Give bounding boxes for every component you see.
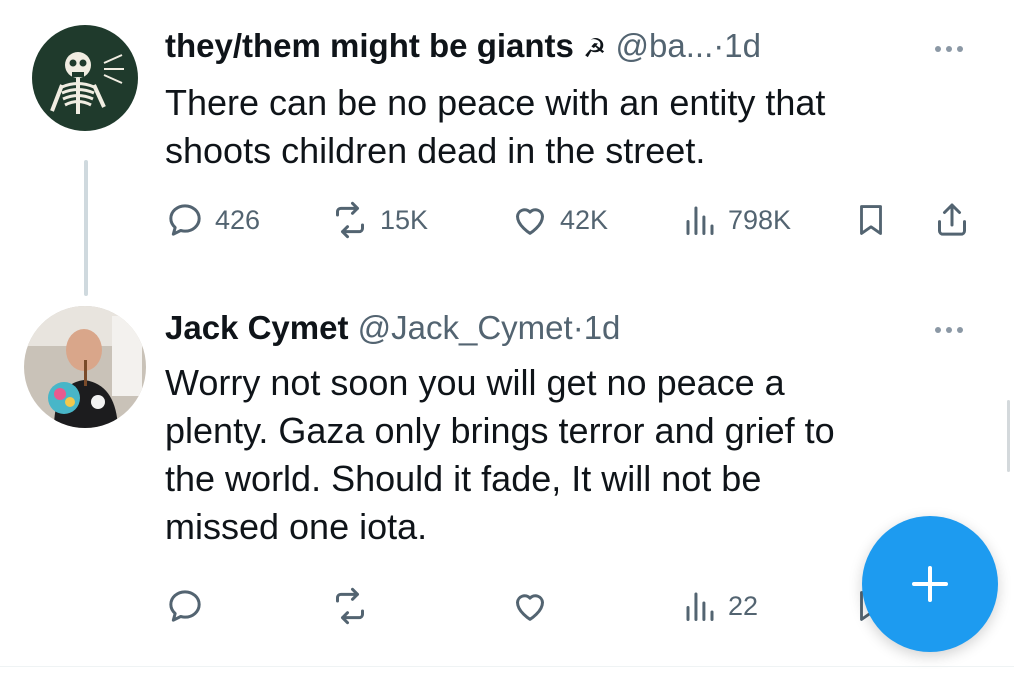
tweet-text-line: missed one iota.: [165, 506, 428, 547]
bookmark-icon: [860, 205, 882, 235]
scrollbar[interactable]: [1007, 400, 1010, 472]
user-handle[interactable]: @Jack_Cymet: [358, 309, 573, 346]
tweet-text: Worry not soon you will get no peace a p…: [165, 359, 835, 551]
heart-icon: [516, 594, 544, 621]
share-button[interactable]: [932, 200, 972, 240]
repost-button[interactable]: 15K: [330, 200, 428, 240]
views-count: 22: [728, 590, 759, 621]
views-button[interactable]: 22: [682, 586, 758, 626]
display-name[interactable]: they/them might be giants: [165, 27, 574, 64]
heart-icon: [516, 208, 544, 235]
avatar-jack-cymet[interactable]: [24, 306, 146, 428]
reply-count: 426: [215, 204, 261, 235]
reply-button[interactable]: 426: [165, 200, 260, 240]
like-count: 42K: [560, 204, 609, 235]
reply-icon: [169, 590, 201, 622]
tweet-header: Jack Cymet @Jack_Cymet·1d: [165, 308, 620, 348]
reply-icon: [169, 204, 201, 236]
more-options-icon[interactable]: [935, 39, 979, 59]
tweet-header: they/them might be giants ☭ @ba...·1d: [165, 26, 761, 68]
action-bar: 426 15K 42K 798K: [0, 200, 1014, 244]
user-handle[interactable]: @ba...: [616, 27, 714, 64]
tweet-2[interactable]: Jack Cymet @Jack_Cymet·1d Worry not soon…: [0, 300, 1014, 666]
like-button[interactable]: 42K: [510, 200, 608, 240]
views-chart-icon: [686, 206, 714, 235]
repost-count: 15K: [380, 204, 429, 235]
tweet-1[interactable]: they/them might be giants ☭ @ba...·1d Th…: [0, 0, 1014, 300]
hammer-sickle-badge: ☭: [583, 33, 607, 63]
views-count: 798K: [728, 204, 792, 235]
thread-connector-line: [84, 160, 88, 296]
views-chart-icon: [686, 592, 714, 621]
views-button[interactable]: 798K: [682, 200, 791, 240]
repost-button[interactable]: [330, 586, 370, 626]
tweet-text-line: the world. Should it fade, It will not b…: [165, 458, 762, 499]
avatar-skeleton[interactable]: [32, 25, 138, 131]
display-name[interactable]: Jack Cymet: [165, 309, 348, 346]
more-options-icon[interactable]: [935, 320, 979, 340]
timestamp[interactable]: 1d: [724, 27, 761, 64]
reply-button[interactable]: [165, 586, 205, 626]
repost-icon: [336, 587, 364, 625]
separator-dot: ·: [572, 309, 584, 346]
bookmark-button[interactable]: [852, 200, 890, 240]
tweet-text-line: shoots children dead in the street.: [165, 130, 706, 171]
tweet-text-line: Worry not soon you will get no peace a: [165, 362, 785, 403]
share-icon: [938, 203, 966, 236]
divider: [0, 666, 1014, 667]
separator-dot: ·: [713, 27, 725, 64]
tweet-text-line: There can be no peace with an entity tha…: [165, 82, 826, 123]
compose-button[interactable]: [862, 516, 998, 652]
timestamp[interactable]: 1d: [584, 309, 621, 346]
tweet-text: There can be no peace with an entity tha…: [165, 79, 825, 175]
repost-icon: [336, 201, 364, 239]
like-button[interactable]: [510, 586, 550, 626]
tweet-text-line: plenty. Gaza only brings terror and grie…: [165, 410, 835, 451]
